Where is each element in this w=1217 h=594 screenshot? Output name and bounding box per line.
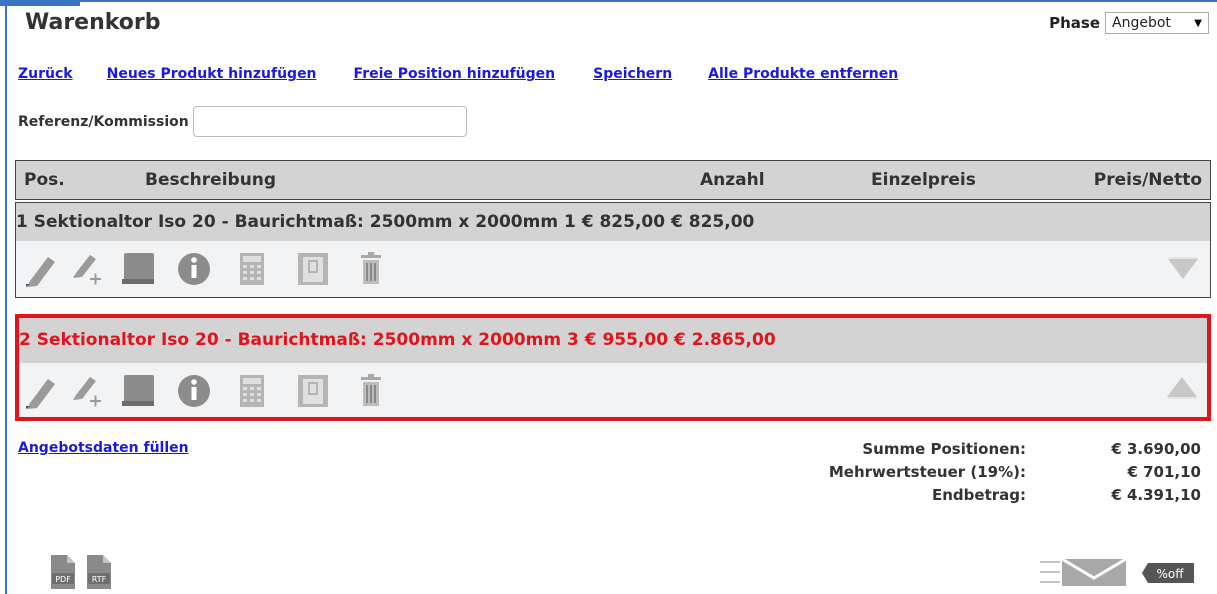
discount-icon[interactable]: %off (1140, 561, 1196, 585)
rtf-export-icon[interactable]: RTF (83, 553, 115, 591)
summary-row: Mehrwertsteuer (19%): € 701,10 (796, 463, 1201, 486)
move-up-icon[interactable] (1165, 375, 1199, 401)
summary-label: Summe Positionen: (862, 440, 1026, 458)
row-line: 2 Sektionaltor Iso 20 - Baurichtmaß: 250… (19, 318, 1207, 363)
row-net-price: € 825,00 (671, 212, 755, 232)
header-net-price: Preis/Netto (1093, 170, 1202, 190)
reference-row: Referenz/Kommission (18, 106, 467, 137)
rtf-label: RTF (92, 575, 107, 584)
book-icon[interactable] (120, 373, 156, 409)
row-unit-price: € 825,00 (581, 212, 666, 232)
move-down-icon[interactable] (1166, 255, 1200, 281)
row-description: Sektionaltor Iso 20 - Baurichtmaß: 2500m… (33, 212, 559, 232)
back-link[interactable]: Zurück (18, 66, 73, 82)
summary-block: Summe Positionen: € 3.690,00 Mehrwertste… (796, 440, 1201, 509)
save-link[interactable]: Speichern (593, 66, 672, 82)
action-links: Zurück Neues Produkt hinzufügen Freie Po… (18, 66, 898, 82)
add-edit-icon[interactable] (70, 373, 104, 409)
edit-icon[interactable] (24, 251, 58, 287)
table-row-selected: 2 Sektionaltor Iso 20 - Baurichtmaß: 250… (15, 314, 1211, 421)
phase-selected-value: Angebot (1112, 15, 1171, 31)
remove-all-products-link[interactable]: Alle Produkte entfernen (708, 66, 898, 82)
summary-label: Endbetrag: (932, 486, 1026, 504)
email-icon[interactable] (1038, 556, 1128, 588)
row-quantity: 1 (563, 212, 576, 232)
header-quantity: Anzahl (700, 170, 765, 190)
row-toolbar (19, 363, 1207, 417)
row-net-price: € 2.865,00 (674, 330, 776, 350)
row-toolbar (16, 241, 1210, 297)
door-icon[interactable] (296, 251, 330, 287)
header-description: Beschreibung (145, 170, 277, 190)
summary-row: Summe Positionen: € 3.690,00 (796, 440, 1201, 463)
phase-select[interactable]: Angebot ▼ (1105, 12, 1209, 34)
row-pos: 2 (19, 330, 31, 350)
add-free-position-link[interactable]: Freie Position hinzufügen (354, 66, 556, 82)
edit-icon[interactable] (24, 373, 58, 409)
discount-label: %off (1156, 567, 1184, 581)
calculator-icon[interactable] (238, 251, 266, 287)
pdf-label: PDF (55, 575, 71, 584)
fill-offer-data-link[interactable]: Angebotsdaten füllen (18, 440, 189, 456)
reference-input[interactable] (192, 106, 467, 137)
header-unit-price: Einzelpreis (871, 170, 976, 190)
summary-value: € 4.391,10 (1111, 486, 1201, 504)
phase-label: Phase (1049, 14, 1100, 32)
calculator-icon[interactable] (238, 373, 266, 409)
summary-label: Mehrwertsteuer (19%): (828, 463, 1026, 481)
row-unit-price: € 955,00 (584, 330, 669, 350)
table-header: Pos. Beschreibung Anzahl Einzelpreis Pre… (15, 160, 1211, 200)
summary-value: € 3.690,00 (1111, 440, 1201, 458)
table-row: 1 Sektionaltor Iso 20 - Baurichtmaß: 250… (15, 202, 1211, 298)
trash-icon[interactable] (358, 373, 384, 409)
phase-selector: Phase Angebot ▼ (1049, 12, 1209, 34)
header-pos: Pos. (24, 170, 65, 190)
summary-row: Endbetrag: € 4.391,10 (796, 486, 1201, 509)
add-edit-icon[interactable] (70, 251, 104, 287)
trash-icon[interactable] (358, 251, 384, 287)
door-icon[interactable] (296, 373, 330, 409)
info-icon[interactable] (176, 373, 212, 409)
row-line: 1 Sektionaltor Iso 20 - Baurichtmaß: 250… (16, 203, 1210, 241)
top-strip (0, 0, 80, 6)
row-pos: 1 (16, 212, 28, 232)
summary-value: € 701,10 (1127, 463, 1201, 481)
row-description: Sektionaltor Iso 20 - Baurichtmaß: 2500m… (36, 330, 562, 350)
page-title: Warenkorb (25, 10, 161, 35)
reference-label: Referenz/Kommission (18, 113, 189, 130)
row-quantity: 3 (566, 330, 579, 350)
add-product-link[interactable]: Neues Produkt hinzufügen (107, 66, 317, 82)
chevron-down-icon: ▼ (1194, 17, 1202, 29)
pdf-export-icon[interactable]: PDF (47, 553, 79, 591)
info-icon[interactable] (176, 251, 212, 287)
book-icon[interactable] (120, 251, 156, 287)
